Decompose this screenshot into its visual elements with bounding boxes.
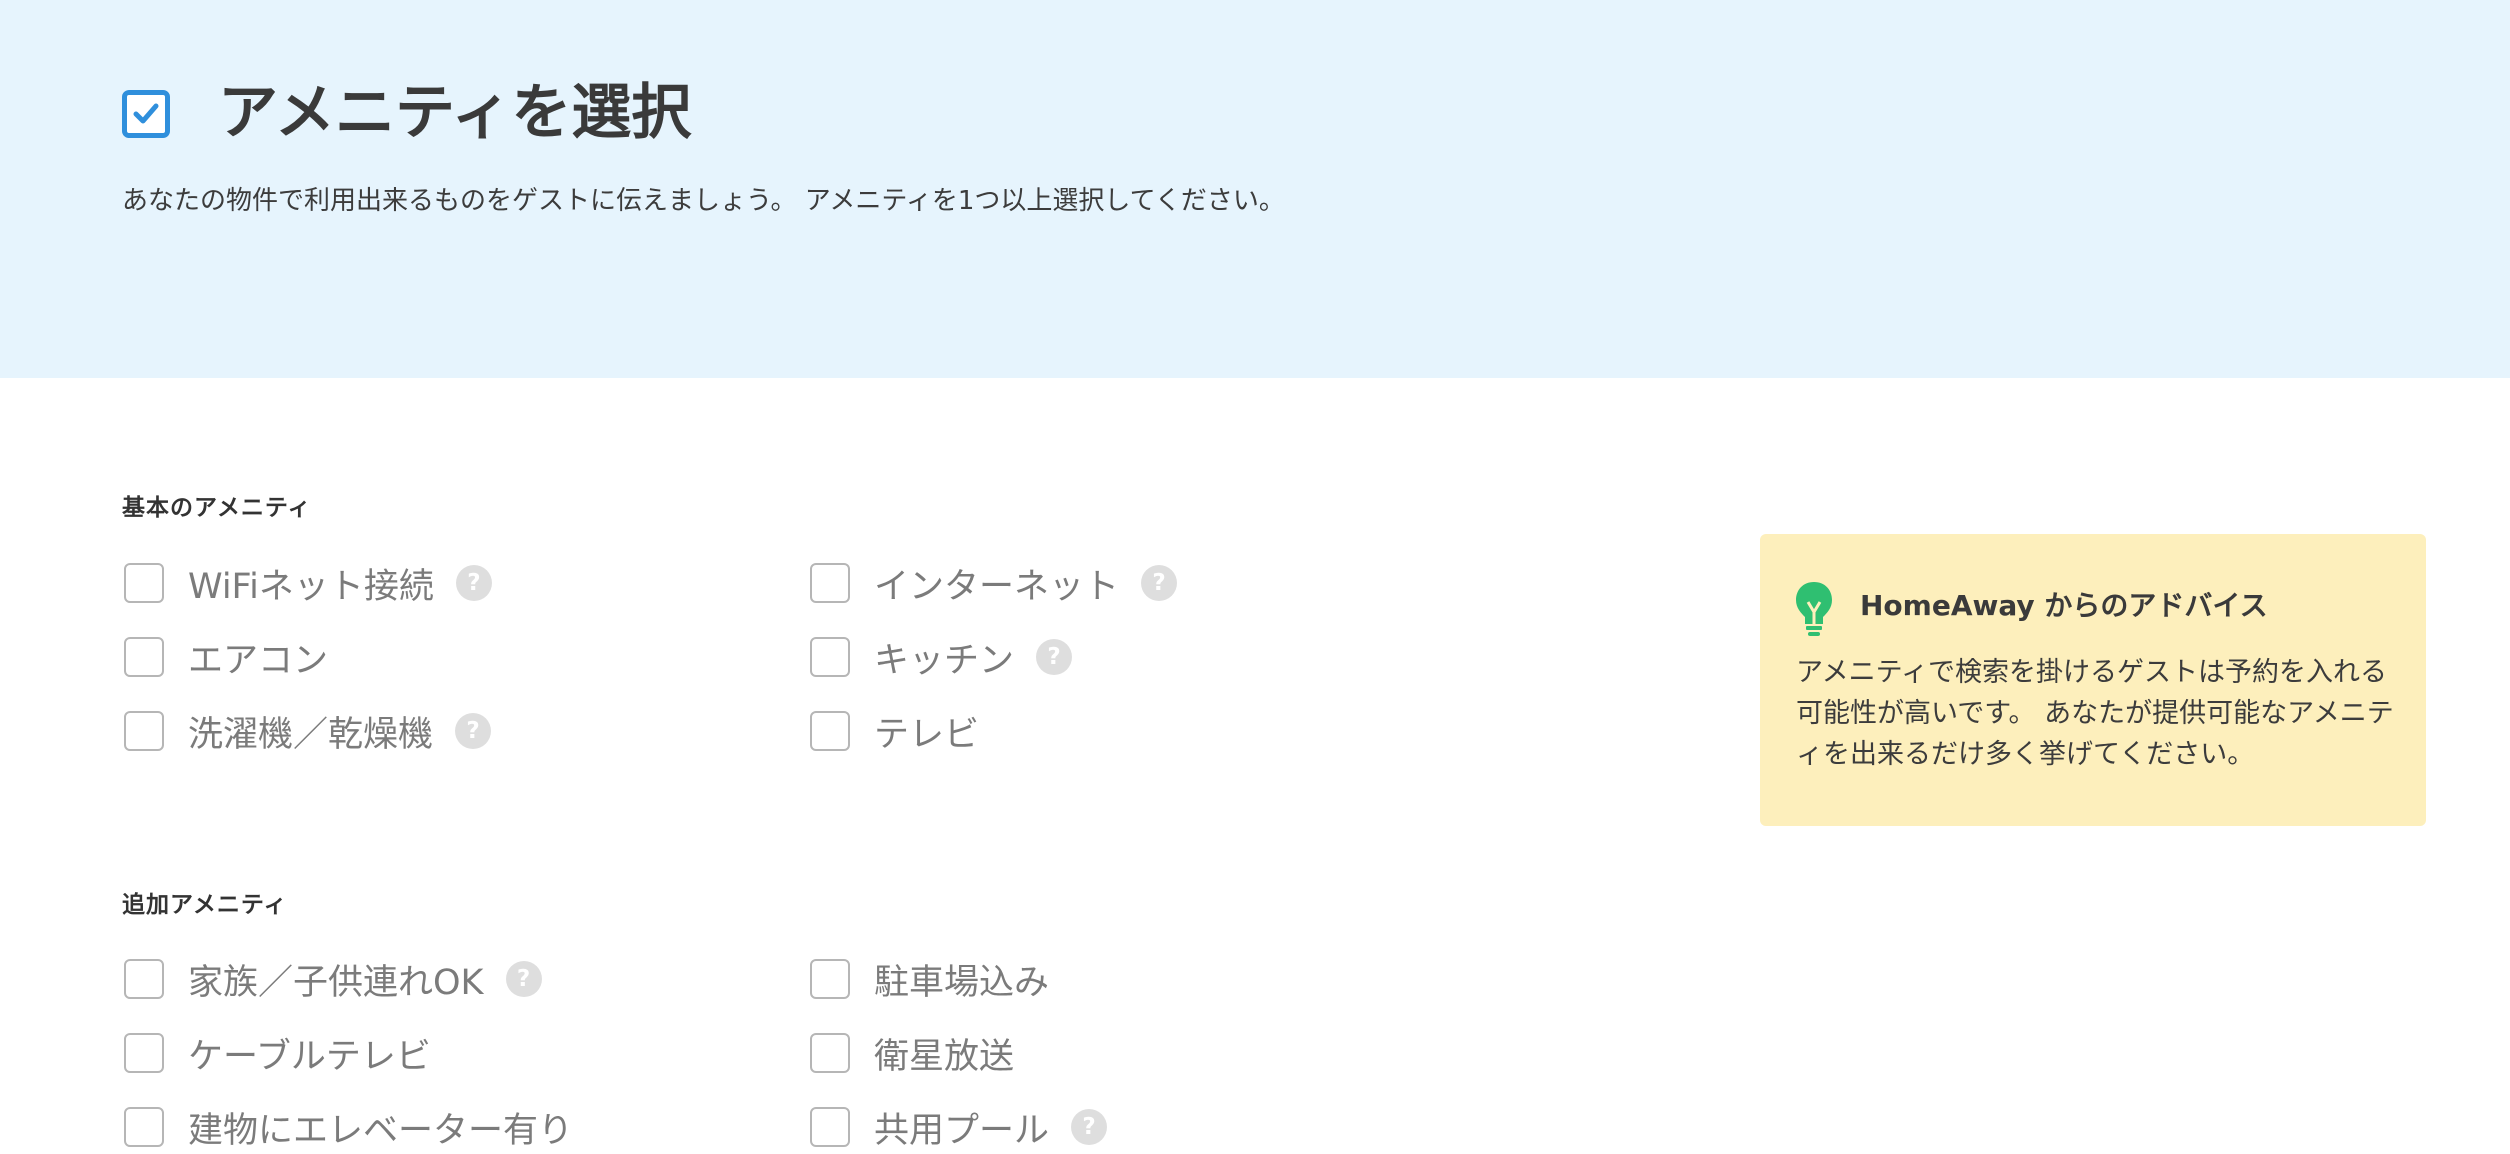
advice-text: アメニティで検索を掛けるゲストは予約を入れる可能性が高いです。 あなたが提供可能… <box>1796 657 2394 770</box>
help-icon[interactable]: ? <box>505 961 542 997</box>
amenity-parking[interactable]: 駐車場込み <box>810 957 1049 1003</box>
amenity-internet[interactable]: インターネット ? <box>810 561 1178 607</box>
basic-amenities-heading: 基本のアメニティ <box>122 495 312 521</box>
kitchen-checkbox[interactable] <box>810 637 850 677</box>
amenity-label: 家族／子供連れOK <box>188 962 484 1003</box>
tv-checkbox[interactable] <box>810 711 850 751</box>
amenity-label: ケーブルテレビ <box>188 1036 431 1077</box>
amenity-label: インターネット <box>874 566 1120 607</box>
air-conditioner-checkbox[interactable] <box>124 637 164 677</box>
lightbulb-icon <box>1794 580 1834 642</box>
advice-box: HomeAway からのアドバイス アメニティで検索を掛けるゲストは予約を入れる… <box>1760 534 2426 826</box>
amenity-washer-dryer[interactable]: 洗濯機／乾燥機 ? <box>124 709 492 755</box>
help-icon[interactable]: ? <box>1071 1109 1108 1145</box>
amenity-elevator[interactable]: 建物にエレベーター有り <box>124 1105 573 1151</box>
amenity-label: 共用プール <box>874 1110 1050 1151</box>
amenity-label: 洗濯機／乾燥機 <box>188 714 434 755</box>
amenity-satellite-tv[interactable]: 衛星放送 <box>810 1031 1014 1077</box>
family-friendly-checkbox[interactable] <box>124 959 164 999</box>
page-title: アメニティを選択 <box>218 78 692 148</box>
page-header: アメニティを選択 あなたの物件で利用出来るものをゲストに伝えましょう。 アメニテ… <box>0 0 2510 378</box>
help-icon[interactable]: ? <box>1141 565 1178 601</box>
parking-checkbox[interactable] <box>810 959 850 999</box>
help-icon[interactable]: ? <box>1036 639 1073 675</box>
amenity-label: エアコン <box>188 640 329 681</box>
wifi-checkbox[interactable] <box>124 563 164 603</box>
internet-checkbox[interactable] <box>810 563 850 603</box>
amenity-kitchen[interactable]: キッチン ? <box>810 635 1073 681</box>
elevator-checkbox[interactable] <box>124 1107 164 1147</box>
amenity-air-conditioner[interactable]: エアコン <box>124 635 328 681</box>
amenity-label: 衛星放送 <box>874 1036 1015 1077</box>
amenity-label: WiFiネット接続 <box>188 566 434 607</box>
amenity-label: 建物にエレベーター有り <box>188 1110 574 1151</box>
checked-checkbox-icon <box>122 90 170 138</box>
additional-amenities-heading: 追加アメニティ <box>122 892 288 918</box>
amenity-tv[interactable]: テレビ <box>810 709 979 755</box>
advice-title: HomeAway からのアドバイス <box>1860 589 2268 622</box>
shared-pool-checkbox[interactable] <box>810 1107 850 1147</box>
page-description: あなたの物件で利用出来るものをゲストに伝えましょう。 アメニティを1つ以上選択し… <box>122 186 1285 216</box>
amenity-cable-tv[interactable]: ケーブルテレビ <box>124 1031 431 1077</box>
amenity-label: テレビ <box>874 714 980 755</box>
amenity-wifi[interactable]: WiFiネット接続 ? <box>124 561 492 607</box>
amenity-shared-pool[interactable]: 共用プール ? <box>810 1105 1108 1151</box>
help-icon[interactable]: ? <box>455 713 492 749</box>
satellite-tv-checkbox[interactable] <box>810 1033 850 1073</box>
amenity-family-friendly[interactable]: 家族／子供連れOK ? <box>124 957 542 1003</box>
washer-dryer-checkbox[interactable] <box>124 711 164 751</box>
amenity-label: 駐車場込み <box>874 962 1050 1003</box>
amenity-label: キッチン <box>874 640 1015 681</box>
help-icon[interactable]: ? <box>455 565 492 601</box>
cable-tv-checkbox[interactable] <box>124 1033 164 1073</box>
